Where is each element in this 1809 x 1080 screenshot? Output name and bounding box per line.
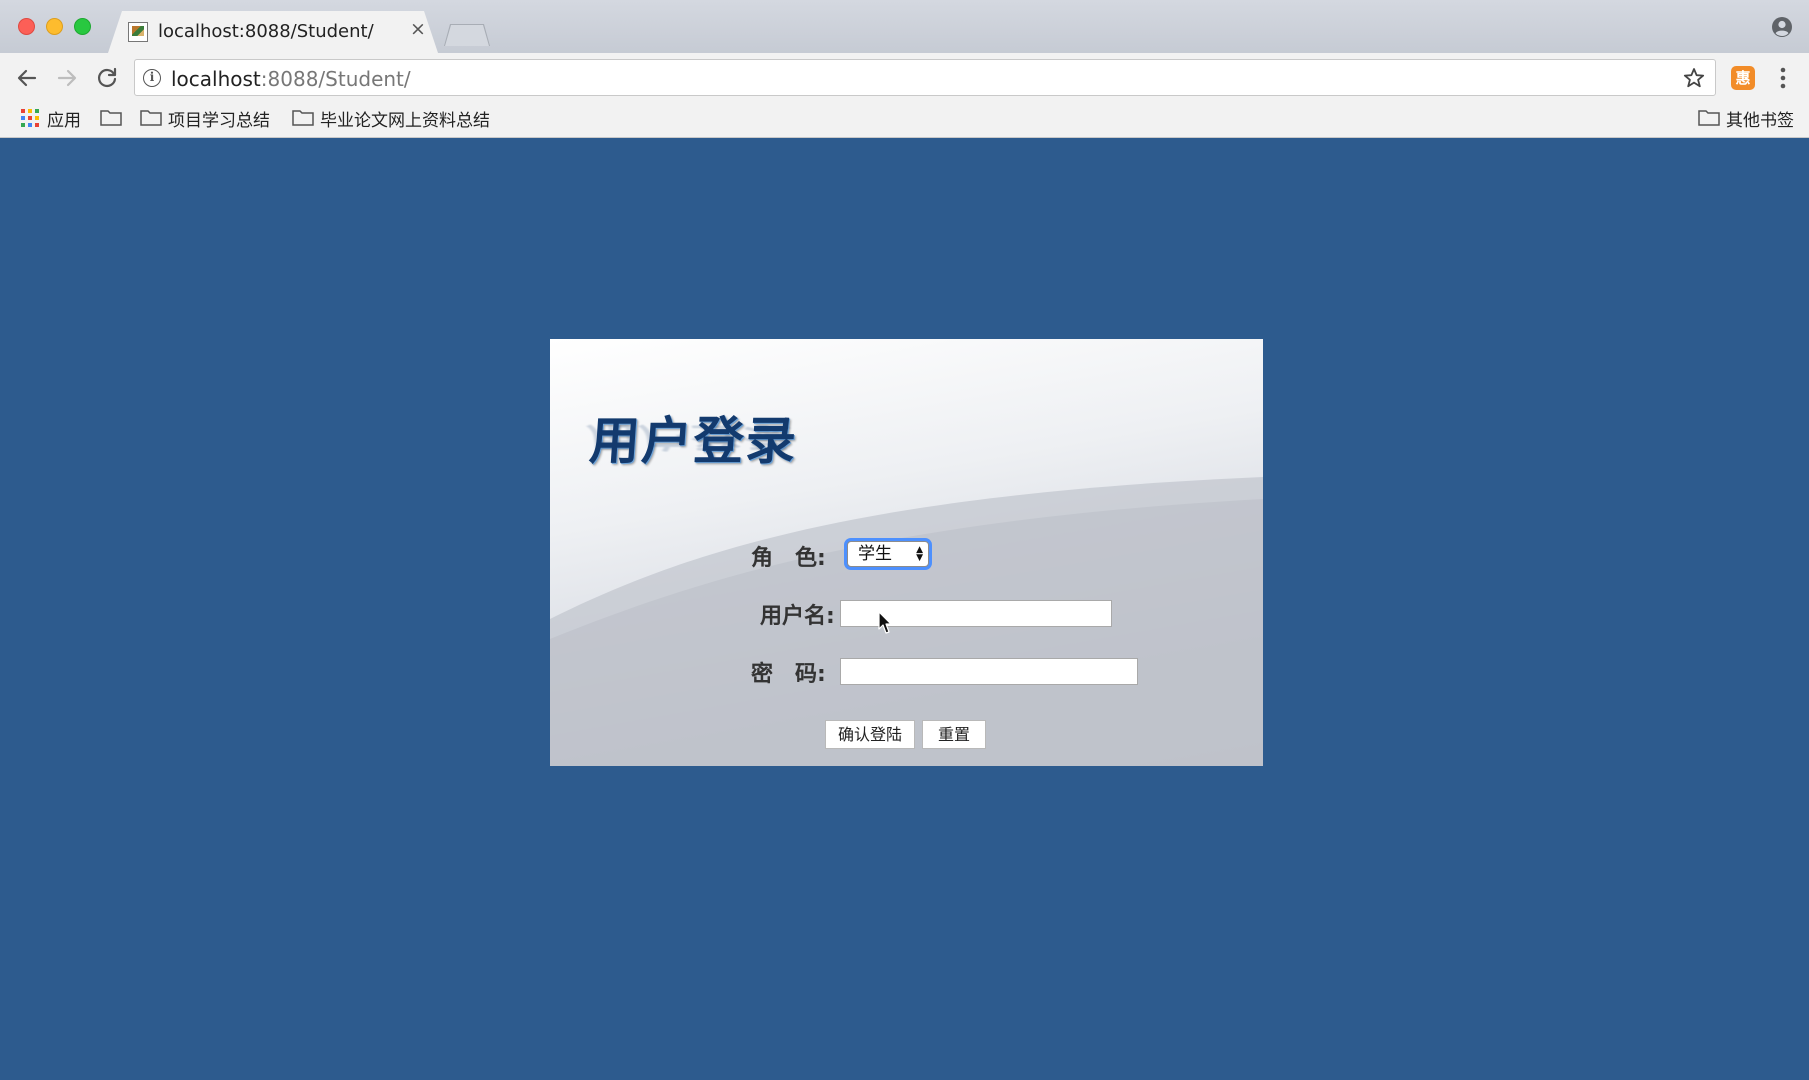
tomcat-favicon-icon: [128, 22, 148, 42]
bookmark-item[interactable]: 项目学习总结: [168, 106, 270, 131]
tab-close-icon[interactable]: ×: [410, 20, 426, 39]
submit-button[interactable]: 确认登陆: [825, 720, 915, 749]
back-arrow-icon[interactable]: [13, 64, 41, 92]
password-input[interactable]: [840, 658, 1138, 685]
bookmark-other[interactable]: 其他书签: [1726, 106, 1794, 131]
role-select-value: 学生: [858, 544, 892, 564]
minimize-window-button[interactable]: [46, 18, 63, 35]
mouse-cursor-icon: [878, 611, 892, 634]
select-arrows-icon: ▲ ▼: [916, 545, 923, 563]
bookmark-star-icon[interactable]: [1683, 67, 1705, 89]
url-host: localhost: [171, 67, 261, 91]
folder-icon: [140, 110, 162, 126]
url-path: :8088/Student/: [260, 67, 411, 91]
role-label: 角 色:: [751, 546, 826, 571]
role-select[interactable]: 学生 ▲ ▼: [847, 541, 929, 567]
folder-icon: [1698, 110, 1720, 126]
tab-title: localhost:8088/Student/: [158, 21, 374, 42]
url-text[interactable]: localhost:8088/Student/: [171, 67, 411, 91]
bookmark-apps[interactable]: 应用: [47, 106, 81, 131]
close-window-button[interactable]: [18, 18, 35, 35]
login-title-reflection: 用户登录: [585, 421, 798, 453]
reload-icon[interactable]: [93, 64, 121, 92]
password-label: 密 码:: [751, 662, 826, 687]
username-label: 用户名:: [760, 604, 835, 629]
browser-chrome: localhost:8088/Student/ × i localhost:80…: [0, 0, 1809, 138]
info-icon[interactable]: i: [143, 69, 161, 87]
extension-icon[interactable]: 惠: [1731, 66, 1755, 90]
maximize-window-button[interactable]: [74, 18, 91, 35]
bookmark-item[interactable]: 毕业论文网上资料总结: [320, 106, 490, 131]
folder-icon[interactable]: [100, 109, 122, 126]
kebab-menu-icon[interactable]: [1778, 66, 1788, 90]
folder-icon: [292, 110, 314, 126]
forward-arrow-icon[interactable]: [53, 64, 81, 92]
profile-icon[interactable]: [1771, 16, 1793, 38]
bookmarks-bar: [0, 103, 1809, 138]
new-tab-button-face[interactable]: [445, 25, 489, 46]
reset-button[interactable]: 重置: [922, 720, 986, 749]
apps-grid-icon[interactable]: [20, 108, 40, 128]
